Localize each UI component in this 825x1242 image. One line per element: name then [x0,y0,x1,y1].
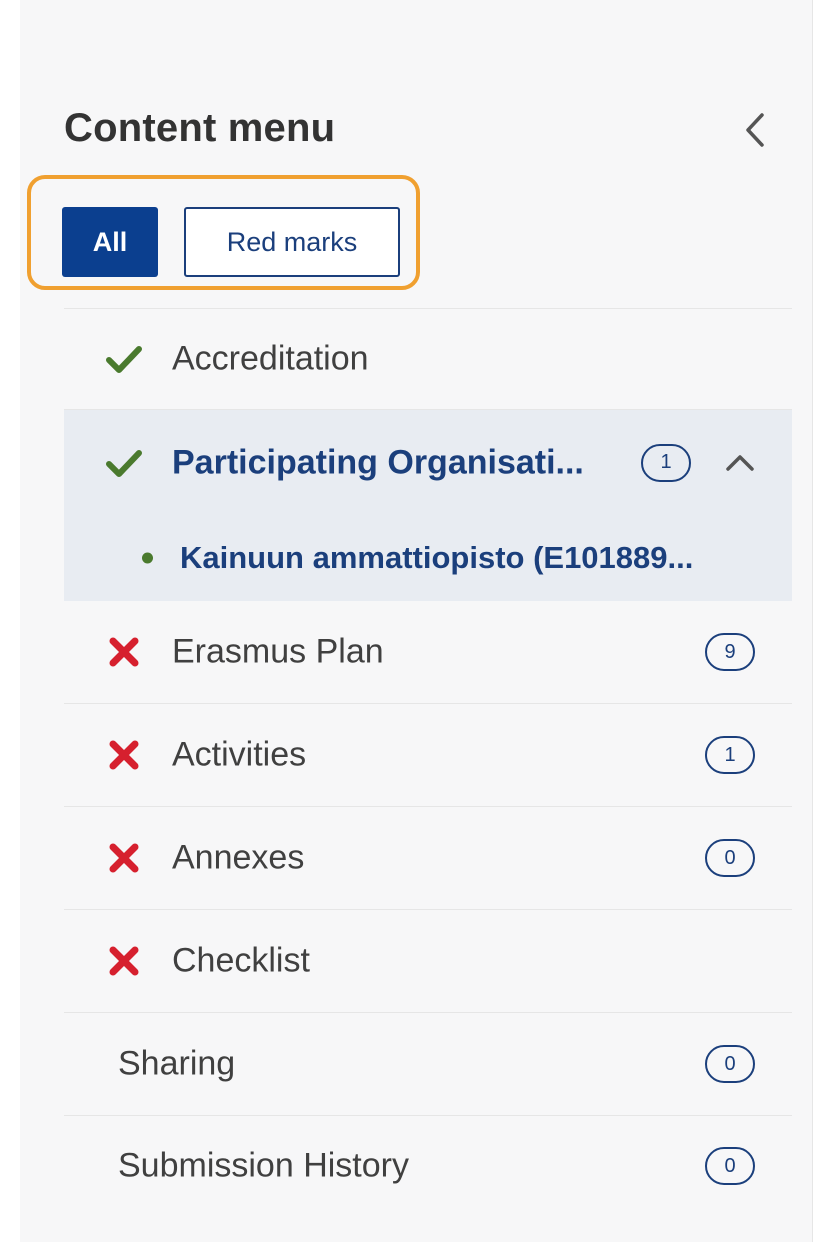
left-gutter [0,0,20,1242]
menu-item-annexes[interactable]: Annexes 0 [64,807,792,910]
menu-item-label: Checklist [172,941,310,980]
menu-item-submission-history[interactable]: Submission History 0 [64,1116,792,1216]
bullet-dot-icon [142,552,153,564]
chevron-left-icon [746,113,764,147]
sub-item-kainuun-ammattiopisto[interactable]: Kainuun ammattiopisto (E101889... [64,515,792,601]
filter-all-button[interactable]: All [62,207,158,277]
menu-item-label: Participating Organisati... [172,443,584,481]
menu-item-label: Activities [172,735,307,774]
menu-item-sharing[interactable]: Sharing 0 [64,1013,792,1116]
filter-red-marks-button[interactable]: Red marks [184,207,400,277]
menu-item-accreditation[interactable]: Accreditation [64,309,792,410]
panel-header: Content menu [64,100,784,160]
menu-group-participating-organisations: Participating Organisati... 1 Kainuun am… [64,410,792,601]
menu-item-checklist[interactable]: Checklist [64,910,792,1013]
count-badge: 0 [705,1147,755,1185]
check-icon [106,449,142,477]
sub-item-label: Kainuun ammattiopisto (E101889... [180,540,694,575]
cross-icon [109,637,139,667]
count-badge: 0 [705,1045,755,1083]
menu-item-participating-organisations[interactable]: Participating Organisati... 1 [64,410,792,515]
count-badge: 0 [705,839,755,877]
menu-item-label: Erasmus Plan [172,632,384,671]
menu-item-label: Submission History [118,1146,409,1185]
menu-item-label: Accreditation [172,339,369,378]
cross-icon [109,740,139,770]
check-icon [106,346,142,373]
menu-item-label: Annexes [172,838,305,877]
panel-title: Content menu [64,106,336,150]
cross-icon [109,946,139,976]
main-content-edge [812,0,825,1242]
menu-item-label: Sharing [118,1044,236,1083]
count-badge: 9 [705,633,755,671]
count-badge: 1 [641,443,691,482]
menu-item-erasmus-plan[interactable]: Erasmus Plan 9 [64,601,792,704]
content-menu-list: Accreditation Participating Organisati..… [64,308,792,1216]
cross-icon [109,843,139,873]
collapse-panel-button[interactable] [738,108,772,152]
count-badge: 1 [705,736,755,774]
chevron-up-icon[interactable] [720,443,760,483]
menu-item-activities[interactable]: Activities 1 [64,704,792,807]
